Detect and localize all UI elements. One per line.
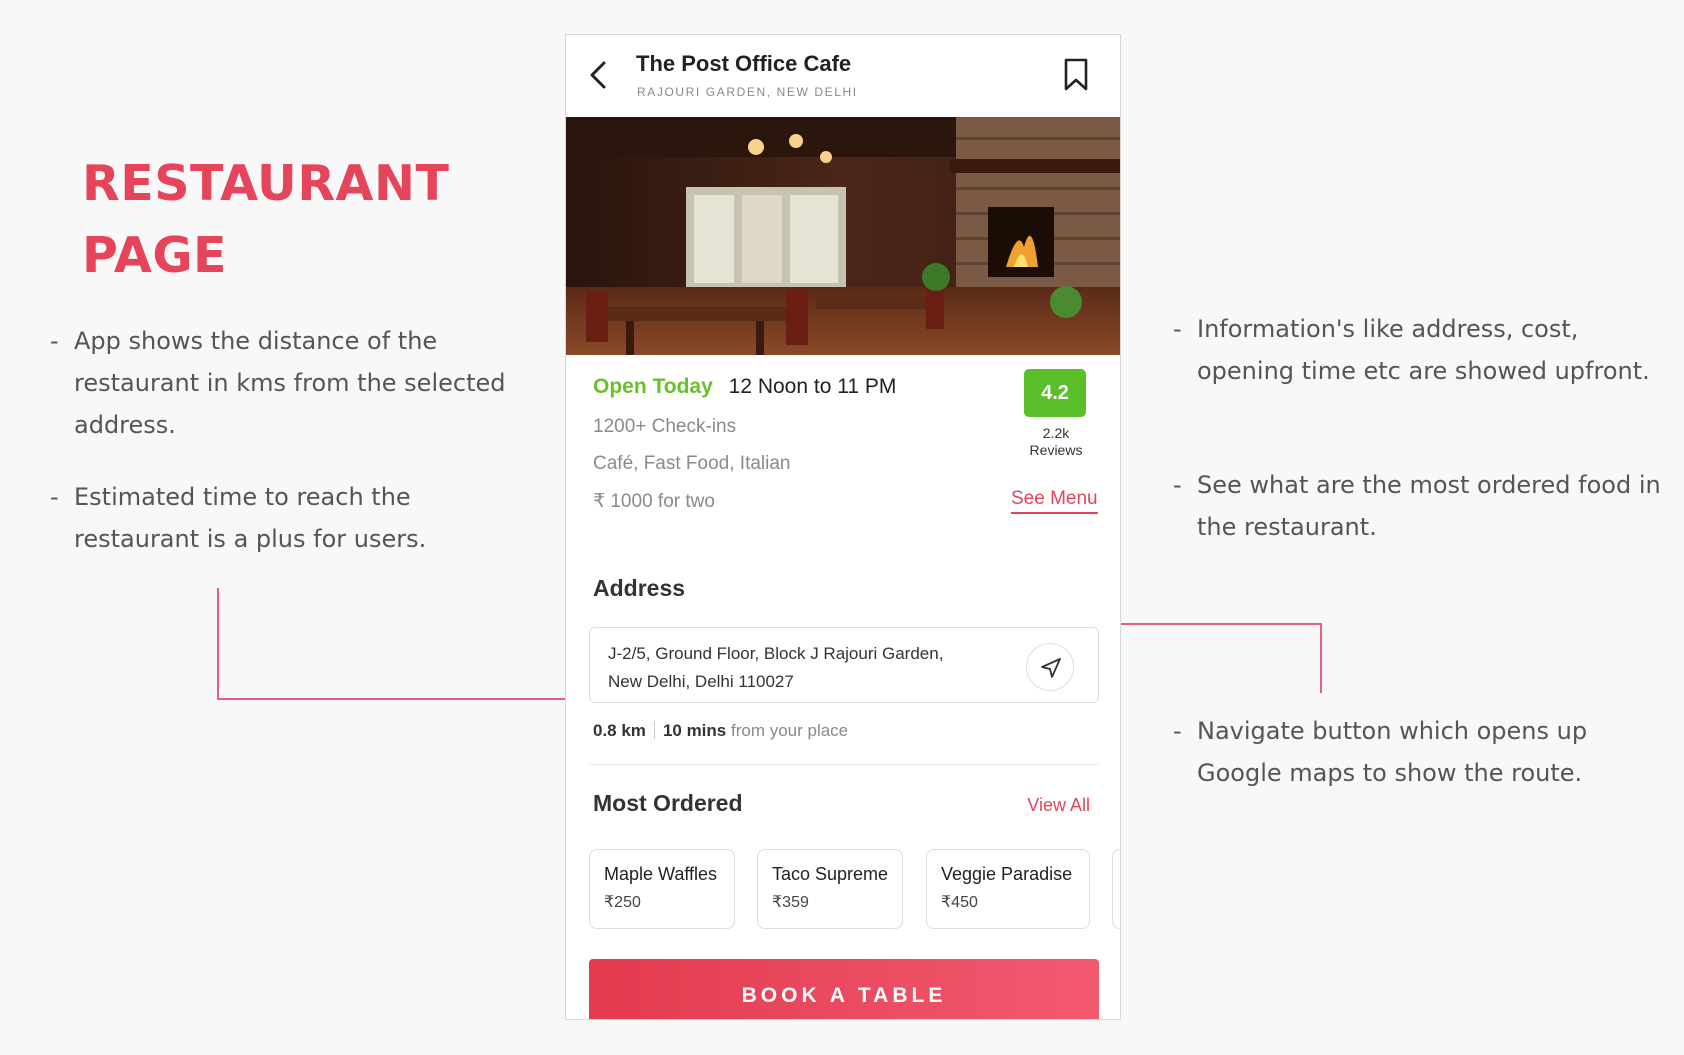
address-card: J-2/5, Ground Floor, Block J Rajouri Gar… bbox=[589, 627, 1099, 703]
address-line2: New Delhi, Delhi 110027 bbox=[608, 672, 794, 691]
dish-name: Maple Waffles bbox=[604, 864, 718, 884]
cost-for-two: ₹ 1000 for two bbox=[593, 491, 715, 512]
note-text: See what are the most ordered food in th… bbox=[1197, 471, 1661, 541]
restaurant-photo bbox=[566, 117, 1120, 355]
note-text: Estimated time to reach the restaurant i… bbox=[74, 483, 427, 553]
distance-info: 0.8 km 10 mins from your place bbox=[593, 721, 848, 741]
reviews-number: 2.2k bbox=[1042, 425, 1070, 441]
note-text: Information's like address, cost, openin… bbox=[1197, 315, 1650, 385]
note-text: App shows the distance of the restaurant… bbox=[74, 327, 506, 439]
navigation-arrow-icon bbox=[1041, 658, 1061, 678]
dish-name: Veggie Paradise bbox=[941, 864, 1073, 884]
bookmark-icon bbox=[1064, 58, 1088, 91]
dish-price: ₹359 bbox=[772, 894, 809, 911]
note-distance: - App shows the distance of the restaura… bbox=[50, 320, 510, 446]
book-table-button[interactable]: BOOK A TABLE bbox=[589, 959, 1099, 1019]
section-divider bbox=[589, 764, 1099, 765]
note-info-upfront: - Information's like address, cost, open… bbox=[1173, 308, 1663, 392]
rating-badge: 4.2 bbox=[1024, 369, 1086, 417]
connector-right-horizontal bbox=[1112, 623, 1322, 625]
see-menu-link[interactable]: See Menu bbox=[1011, 488, 1098, 514]
hours-text: 12 Noon to 11 PM bbox=[728, 375, 897, 398]
top-bar: The Post Office Cafe RAJOURI GARDEN, NEW… bbox=[566, 35, 1120, 117]
note-dash: - bbox=[50, 327, 59, 355]
back-button[interactable] bbox=[584, 57, 616, 93]
dish-card-partial[interactable] bbox=[1112, 849, 1120, 929]
note-most-ordered: - See what are the most ordered food in … bbox=[1173, 464, 1663, 548]
bookmark-button[interactable] bbox=[1062, 57, 1090, 93]
navigate-button[interactable] bbox=[1026, 643, 1074, 691]
page-title: RESTAURANT PAGE bbox=[82, 148, 449, 292]
page-title-line1: RESTAURANT bbox=[82, 155, 450, 212]
connector-right-vertical bbox=[1320, 623, 1322, 693]
opening-hours: Open Today 12 Noon to 11 PM bbox=[593, 375, 896, 399]
distance-separator bbox=[653, 721, 655, 739]
address-text: J-2/5, Ground Floor, Block J Rajouri Gar… bbox=[608, 640, 1008, 696]
from-place-text: from your place bbox=[730, 721, 849, 740]
reviews-count: 2.2k Reviews bbox=[1006, 425, 1106, 459]
dish-card[interactable]: Taco Supreme ₹359 bbox=[757, 849, 903, 929]
travel-time: 10 mins bbox=[662, 721, 727, 740]
restaurant-name: The Post Office Cafe bbox=[636, 51, 852, 76]
note-dash: - bbox=[1173, 315, 1182, 343]
reviews-label: Reviews bbox=[1029, 442, 1083, 458]
most-ordered-heading: Most Ordered bbox=[593, 790, 743, 816]
note-time: - Estimated time to reach the restaurant… bbox=[50, 476, 510, 560]
dish-card[interactable]: Maple Waffles ₹250 bbox=[589, 849, 735, 929]
dish-price: ₹250 bbox=[604, 894, 641, 911]
cuisine-list: Café, Fast Food, Italian bbox=[593, 453, 791, 474]
page-title-line2: PAGE bbox=[82, 227, 228, 284]
dish-card[interactable]: Veggie Paradise ₹450 bbox=[926, 849, 1090, 929]
open-status: Open Today bbox=[593, 375, 713, 398]
note-text: Navigate button which opens up Google ma… bbox=[1197, 717, 1588, 787]
note-navigate: - Navigate button which opens up Google … bbox=[1173, 710, 1663, 794]
restaurant-location: RAJOURI GARDEN, NEW DELHI bbox=[637, 85, 858, 99]
connector-left-vertical bbox=[217, 588, 219, 700]
address-line1: J-2/5, Ground Floor, Block J Rajouri Gar… bbox=[608, 644, 944, 663]
note-dash: - bbox=[1173, 471, 1182, 499]
address-heading: Address bbox=[593, 575, 686, 601]
dish-name: Taco Supreme bbox=[772, 864, 889, 884]
restaurant-interior-image bbox=[566, 117, 1120, 355]
view-all-link[interactable]: View All bbox=[1027, 795, 1090, 816]
note-dash: - bbox=[1173, 717, 1182, 745]
distance-km: 0.8 km bbox=[593, 721, 646, 740]
chevron-left-icon bbox=[590, 61, 606, 89]
phone-screen: The Post Office Cafe RAJOURI GARDEN, NEW… bbox=[565, 34, 1121, 1020]
note-dash: - bbox=[50, 483, 59, 511]
dish-price: ₹450 bbox=[941, 894, 978, 911]
connector-left-horizontal bbox=[217, 698, 573, 700]
checkins-count: 1200+ Check-ins bbox=[593, 416, 737, 437]
